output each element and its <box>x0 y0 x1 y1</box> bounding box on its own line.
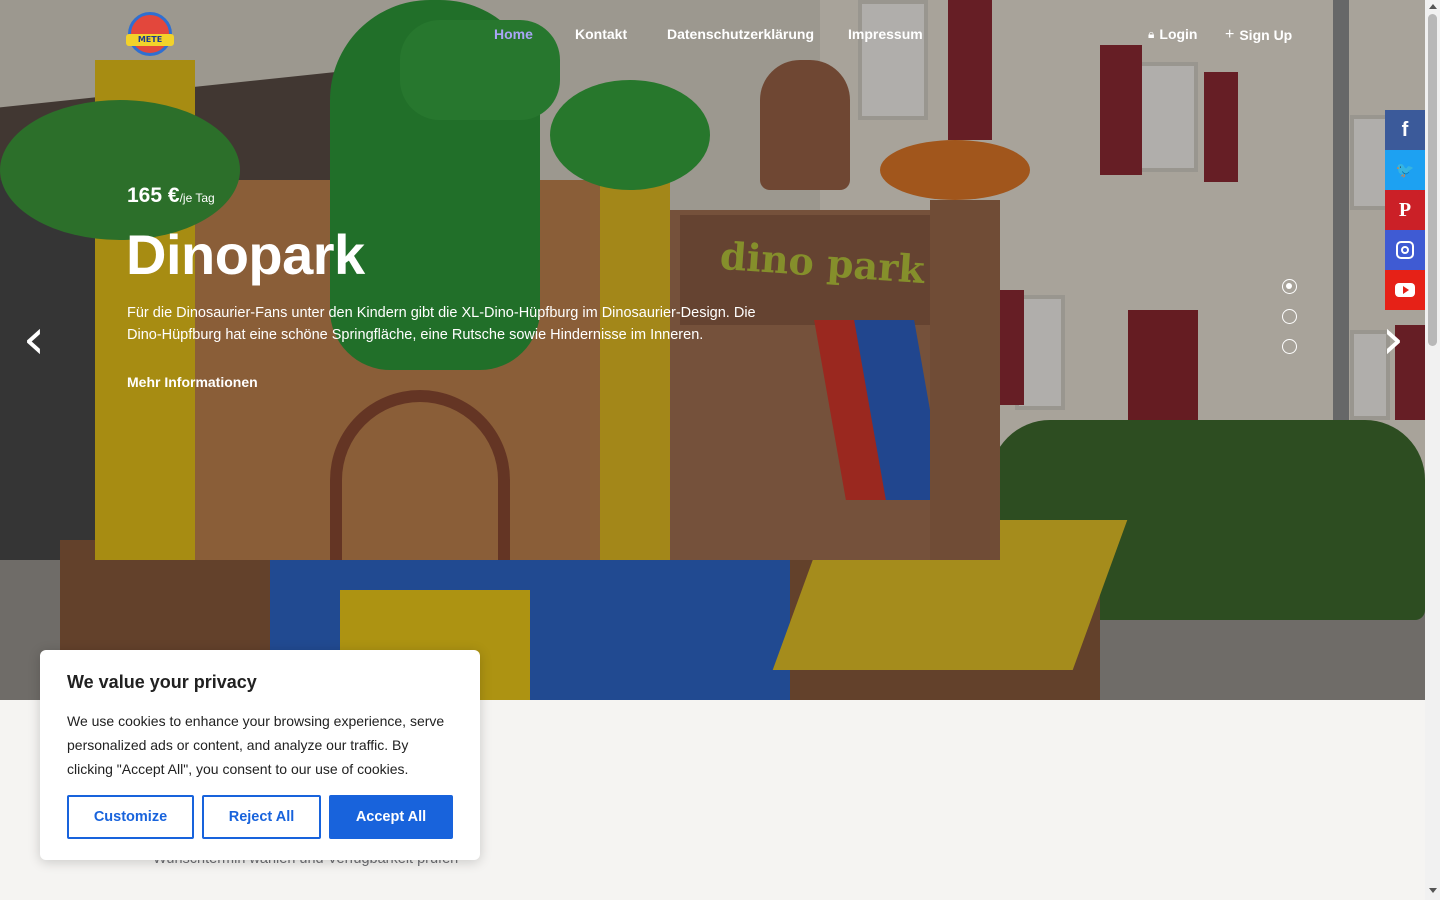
more-info-link[interactable]: Mehr Informationen <box>127 374 258 390</box>
youtube-icon[interactable] <box>1385 270 1425 310</box>
scroll-up-icon[interactable] <box>1429 4 1437 9</box>
nav-link-datenschutz[interactable]: Datenschutzerklärung <box>667 26 814 42</box>
cookie-title: We value your privacy <box>67 672 257 692</box>
slider-pagination <box>1282 279 1299 369</box>
scroll-down-icon[interactable] <box>1429 888 1437 893</box>
signup-link[interactable]: + Sign Up <box>1225 26 1292 44</box>
nav-link-impressum[interactable]: Impressum <box>848 26 923 42</box>
accept-all-button[interactable]: Accept All <box>329 795 453 839</box>
page-scrollbar[interactable] <box>1425 0 1440 900</box>
prev-slide-icon[interactable]: ‹ <box>14 312 54 368</box>
cookie-body: We use cookies to enhance your browsing … <box>67 713 445 777</box>
login-label: Login <box>1159 26 1198 42</box>
slide-dot-3[interactable] <box>1282 339 1297 354</box>
slide-dot-1[interactable] <box>1282 279 1297 294</box>
top-navigation: METE Home Kontakt Datenschutzerklärung I… <box>0 0 1425 70</box>
hero-slider: dino park <box>0 0 1425 700</box>
scrollbar-thumb[interactable] <box>1428 14 1437 346</box>
cookie-consent-banner: We value your privacy We use cookies to … <box>40 650 480 860</box>
customize-button[interactable]: Customize <box>67 795 194 839</box>
hero-title: Dinopark <box>126 223 365 286</box>
signup-label: Sign Up <box>1239 27 1293 43</box>
slide-dot-2[interactable] <box>1282 309 1297 324</box>
social-share-bar: f 🐦 P <box>1385 110 1425 310</box>
price-unit: /je Tag <box>179 191 215 205</box>
logo-text: METE <box>126 34 174 46</box>
nav-link-home[interactable]: Home <box>494 26 533 42</box>
price-amount: 165 € <box>127 184 180 207</box>
next-slide-icon[interactable]: › <box>1373 312 1413 368</box>
reject-all-button[interactable]: Reject All <box>202 795 321 839</box>
facebook-icon[interactable]: f <box>1385 110 1425 150</box>
nav-link-kontakt[interactable]: Kontakt <box>575 26 627 42</box>
hero-price: 165 €/je Tag <box>127 184 215 208</box>
plus-icon: + <box>1225 26 1235 43</box>
twitter-icon[interactable]: 🐦 <box>1385 150 1425 190</box>
login-link[interactable]: 🔒︎ Login <box>1148 26 1198 42</box>
hero-description: Für die Dinosaurier-Fans unter den Kinde… <box>127 305 756 343</box>
instagram-icon[interactable] <box>1385 230 1425 270</box>
pinterest-icon[interactable]: P <box>1385 190 1425 230</box>
lock-icon: 🔒︎ <box>1148 26 1155 41</box>
site-logo[interactable]: METE <box>126 8 174 60</box>
